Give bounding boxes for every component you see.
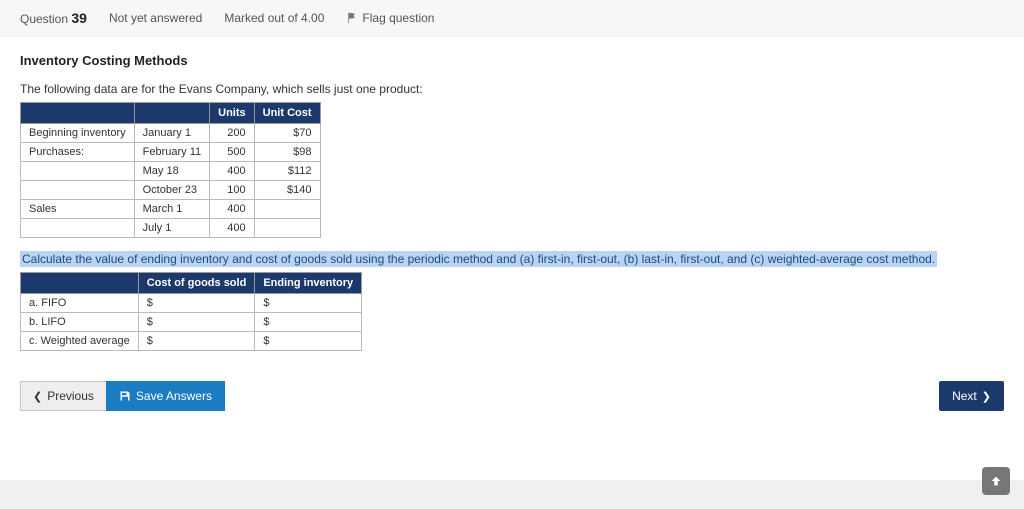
table-row: b. LIFO $ $ bbox=[21, 313, 362, 332]
cell-label: Sales bbox=[21, 200, 135, 219]
table-row: Purchases: February 11 500 $98 bbox=[21, 143, 321, 162]
question-number-label: Question 39 bbox=[20, 10, 87, 26]
table-row: Beginning inventory January 1 200 $70 bbox=[21, 124, 321, 143]
cell-date: May 18 bbox=[134, 162, 210, 181]
answer-input[interactable]: $ bbox=[255, 332, 362, 351]
question-label-text: Question bbox=[20, 12, 68, 26]
question-intro: The following data are for the Evans Com… bbox=[20, 82, 1004, 96]
cell-units: 200 bbox=[210, 124, 255, 143]
table-row: July 1 400 bbox=[21, 219, 321, 238]
col-units: Units bbox=[210, 103, 255, 124]
previous-button[interactable]: ❮ Previous bbox=[20, 381, 106, 411]
cell-date: October 23 bbox=[134, 181, 210, 200]
cell-label bbox=[21, 219, 135, 238]
cell-cost bbox=[254, 219, 320, 238]
nav-row: ❮ Previous Save Answers Next ❯ bbox=[20, 381, 1004, 411]
previous-label: Previous bbox=[47, 389, 94, 403]
table-row: May 18 400 $112 bbox=[21, 162, 321, 181]
col-cogs: Cost of goods sold bbox=[138, 273, 255, 294]
save-answers-button[interactable]: Save Answers bbox=[106, 381, 225, 411]
answer-input[interactable]: $ bbox=[138, 294, 255, 313]
cell-units: 400 bbox=[210, 200, 255, 219]
cell-cost: $140 bbox=[254, 181, 320, 200]
col-unitcost: Unit Cost bbox=[254, 103, 320, 124]
instruction-wrap: Calculate the value of ending inventory … bbox=[20, 252, 1004, 266]
answer-input[interactable]: $ bbox=[138, 332, 255, 351]
cell-units: 400 bbox=[210, 162, 255, 181]
save-icon bbox=[119, 390, 131, 402]
answer-input[interactable]: $ bbox=[138, 313, 255, 332]
marks-text: Marked out of 4.00 bbox=[224, 11, 324, 25]
chevron-right-icon: ❯ bbox=[982, 390, 991, 403]
cell-units: 500 bbox=[210, 143, 255, 162]
next-button[interactable]: Next ❯ bbox=[939, 381, 1004, 411]
cell-date: March 1 bbox=[134, 200, 210, 219]
cell-date: January 1 bbox=[134, 124, 210, 143]
cell-cost bbox=[254, 200, 320, 219]
answer-input[interactable]: $ bbox=[255, 294, 362, 313]
question-header: Question 39 Not yet answered Marked out … bbox=[0, 0, 1024, 37]
status-text: Not yet answered bbox=[109, 11, 202, 25]
question-title: Inventory Costing Methods bbox=[20, 53, 1004, 68]
question-number: 39 bbox=[71, 10, 87, 26]
next-label: Next bbox=[952, 389, 977, 403]
table-row: c. Weighted average $ $ bbox=[21, 332, 362, 351]
row-label: b. LIFO bbox=[21, 313, 139, 332]
flag-text: Flag question bbox=[362, 11, 434, 25]
answer-input[interactable]: $ bbox=[255, 313, 362, 332]
inventory-data-table: Units Unit Cost Beginning inventory Janu… bbox=[20, 102, 321, 238]
save-label: Save Answers bbox=[136, 389, 212, 403]
instruction-text: Calculate the value of ending inventory … bbox=[20, 251, 937, 267]
row-label: c. Weighted average bbox=[21, 332, 139, 351]
cell-date: July 1 bbox=[134, 219, 210, 238]
table-row: Sales March 1 400 bbox=[21, 200, 321, 219]
table-header-row: Units Unit Cost bbox=[21, 103, 321, 124]
flag-question-link[interactable]: Flag question bbox=[346, 11, 434, 25]
scroll-to-top-button[interactable] bbox=[982, 467, 1010, 495]
cell-label: Purchases: bbox=[21, 143, 135, 162]
table-row: October 23 100 $140 bbox=[21, 181, 321, 200]
table-header-row: Cost of goods sold Ending inventory bbox=[21, 273, 362, 294]
chevron-left-icon: ❮ bbox=[33, 390, 42, 403]
arrow-up-icon bbox=[989, 474, 1003, 488]
flag-icon bbox=[346, 12, 358, 24]
cell-units: 100 bbox=[210, 181, 255, 200]
col-ei: Ending inventory bbox=[255, 273, 362, 294]
nav-left: ❮ Previous Save Answers bbox=[20, 381, 225, 411]
cell-date: February 11 bbox=[134, 143, 210, 162]
answer-table: Cost of goods sold Ending inventory a. F… bbox=[20, 272, 362, 351]
cell-cost: $98 bbox=[254, 143, 320, 162]
cell-label: Beginning inventory bbox=[21, 124, 135, 143]
row-label: a. FIFO bbox=[21, 294, 139, 313]
cell-units: 400 bbox=[210, 219, 255, 238]
cell-cost: $112 bbox=[254, 162, 320, 181]
cell-label bbox=[21, 162, 135, 181]
table-row: a. FIFO $ $ bbox=[21, 294, 362, 313]
cell-label bbox=[21, 181, 135, 200]
cell-cost: $70 bbox=[254, 124, 320, 143]
